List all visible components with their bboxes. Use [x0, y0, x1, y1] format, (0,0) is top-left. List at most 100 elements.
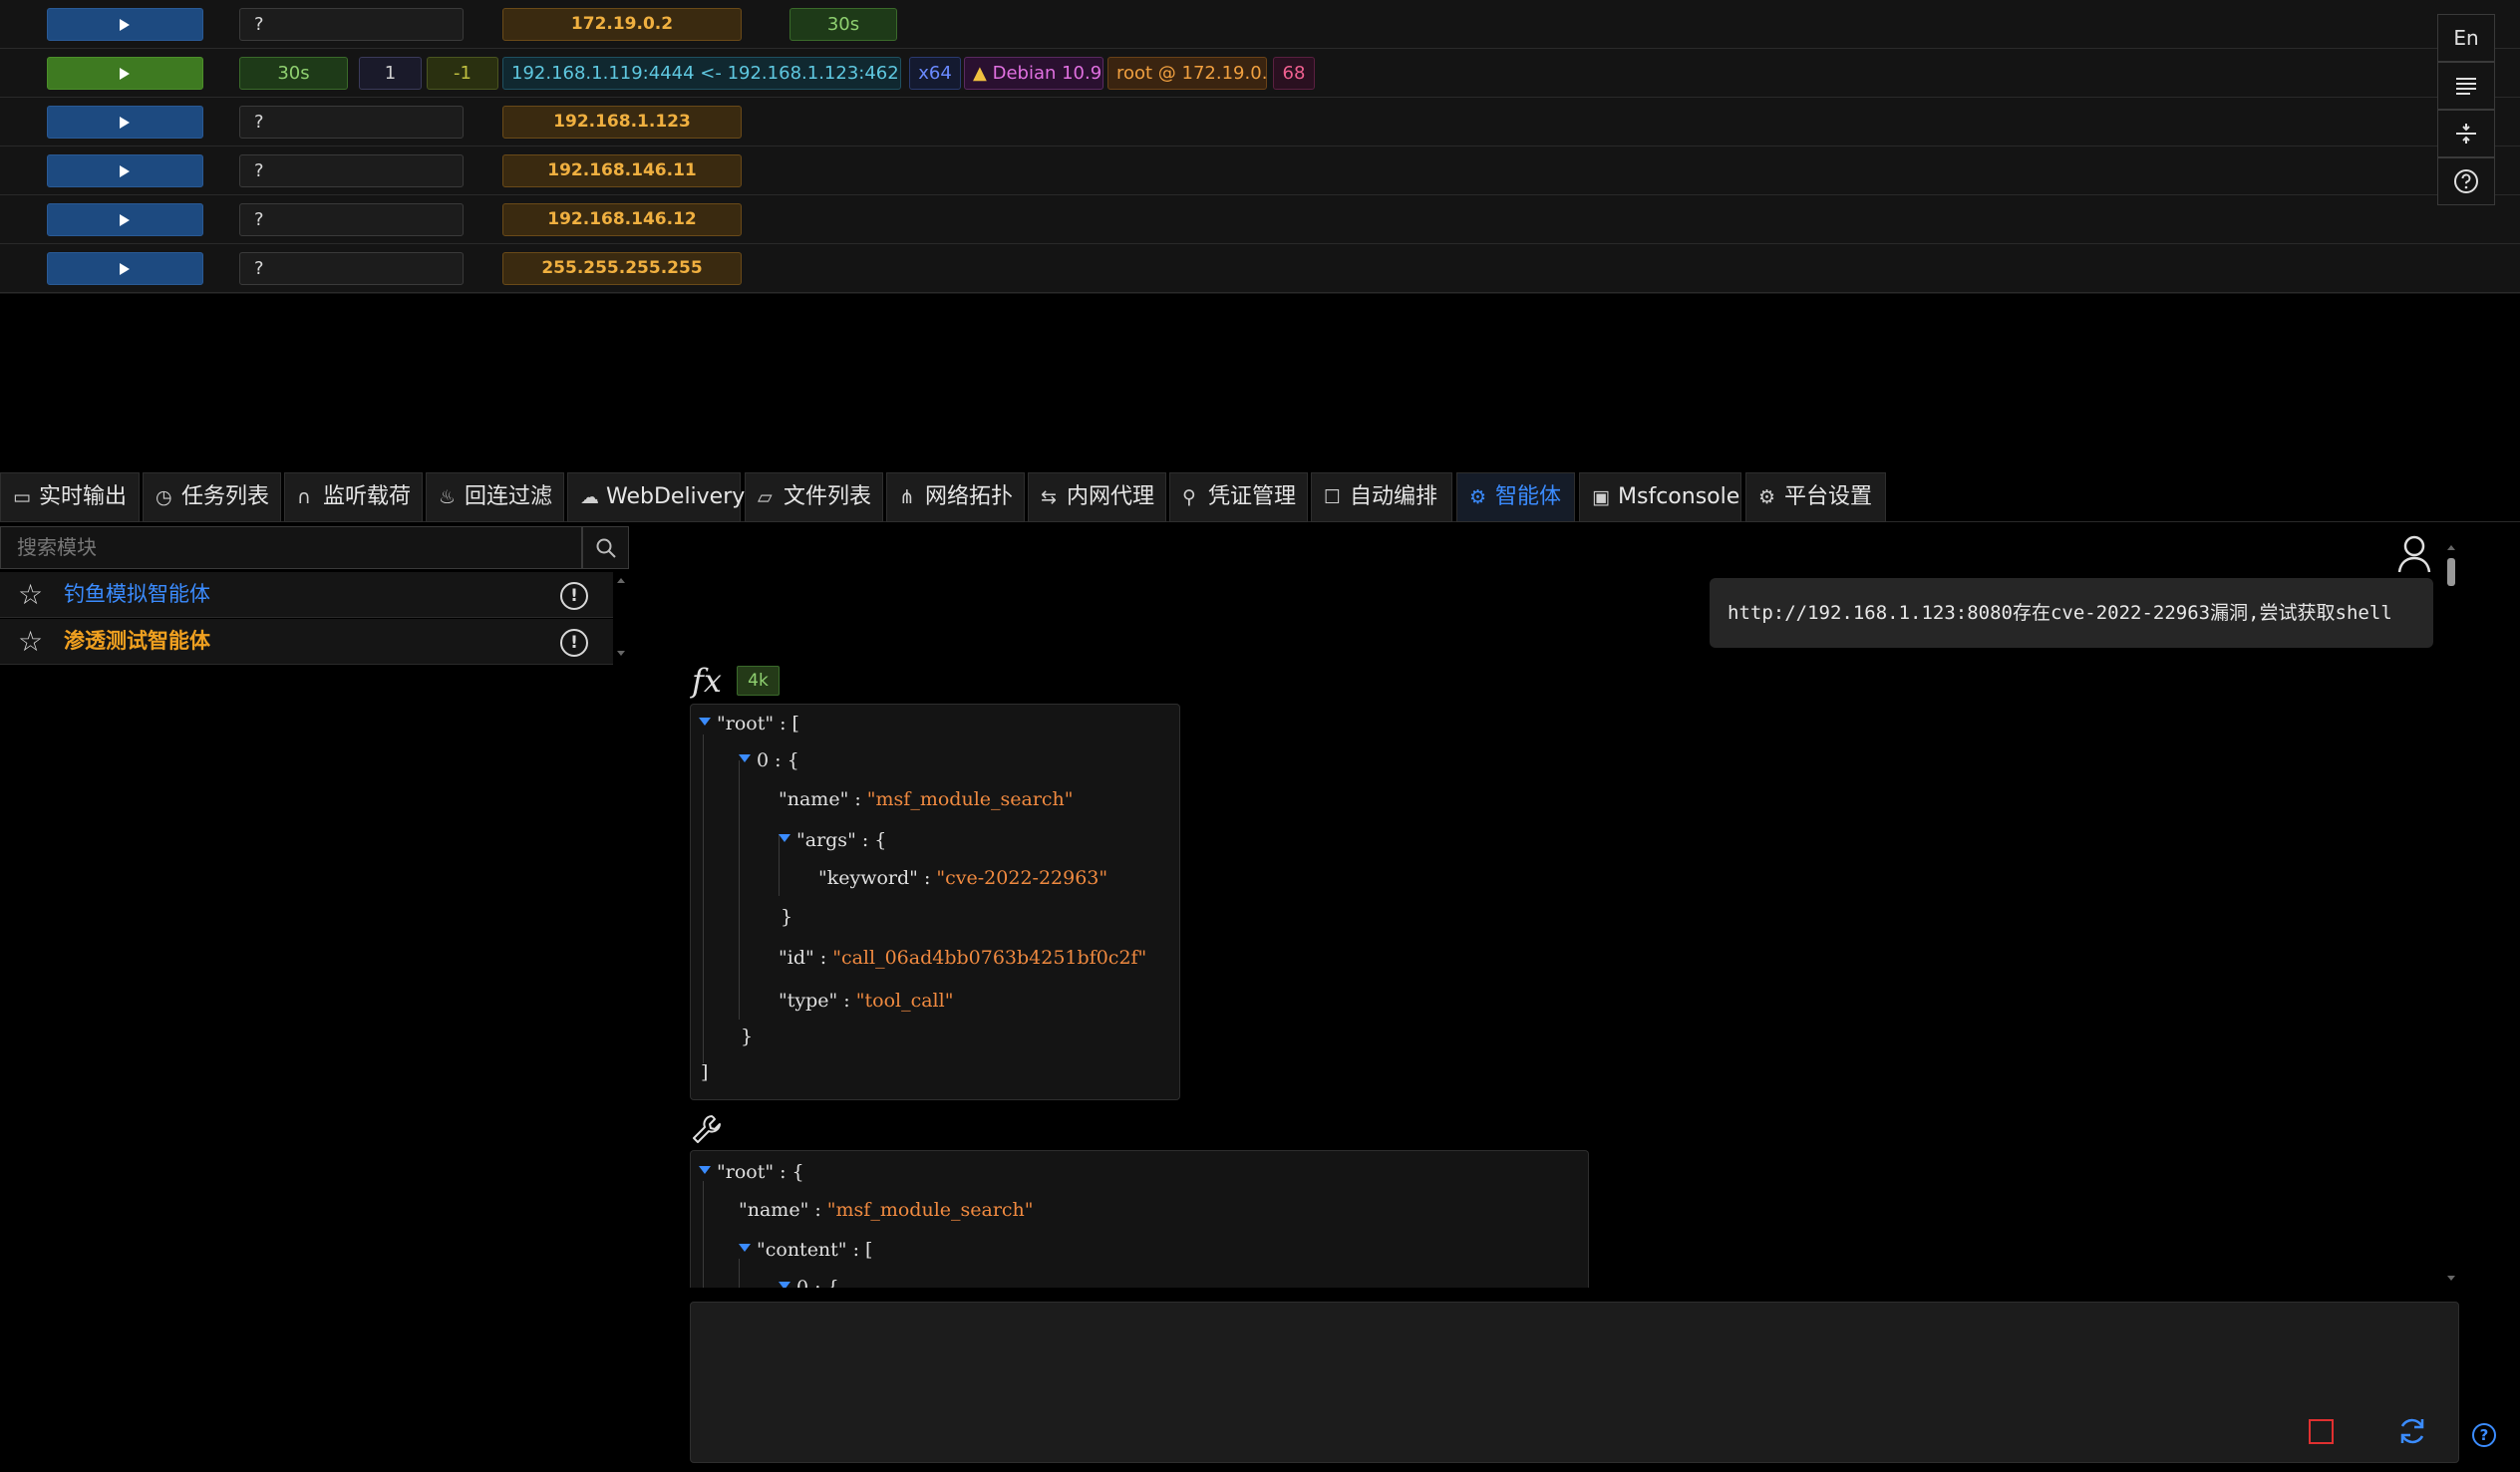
tab-label: 网络拓扑	[925, 484, 1014, 509]
table-row[interactable]: ? 172.19.0.2 30s	[0, 0, 2520, 49]
tab-file-list[interactable]: ▱ 文件列表	[745, 472, 883, 522]
json-line[interactable]: "root" : {	[699, 1161, 804, 1183]
session-arch-badge: x64	[909, 57, 961, 90]
chat-scrollbar[interactable]	[2444, 538, 2458, 1288]
help-icon[interactable]	[2437, 157, 2495, 205]
host-ip[interactable]: 172.19.0.2	[502, 8, 742, 41]
tab-auto-orchestration[interactable]: ☐ 自动编排	[1311, 472, 1452, 522]
list-item[interactable]: ☆ 渗透测试智能体 !	[0, 619, 613, 665]
linux-icon: ▲	[973, 63, 987, 84]
user-avatar-icon	[2397, 535, 2431, 573]
caret-down-icon[interactable]	[779, 834, 790, 842]
json-line[interactable]: "args" : {	[779, 829, 886, 851]
tab-label: 平台设置	[1784, 484, 1873, 509]
json-line[interactable]: "content" : [	[739, 1239, 872, 1261]
json-line[interactable]: 0 : {	[739, 749, 799, 771]
tab-webdelivery[interactable]: ☁ WebDelivery	[567, 472, 745, 522]
host-status: ?	[239, 8, 464, 41]
list-scrollbar[interactable]	[614, 571, 628, 663]
tab-msfconsole[interactable]: ▣ Msfconsole	[1579, 472, 1741, 522]
terminal-icon: ▣	[1592, 486, 1610, 508]
help-icon[interactable]: ?	[2472, 1423, 2496, 1447]
table-row[interactable]: 30s 1 -1 192.168.1.119:4444 <- 192.168.1…	[0, 49, 2520, 98]
caret-right-icon	[120, 263, 130, 275]
module-name[interactable]: 钓鱼模拟智能体	[64, 580, 210, 608]
json-key: 0 : {	[757, 749, 799, 771]
info-icon[interactable]: !	[560, 629, 588, 657]
table-row[interactable]: ? 192.168.1.123	[0, 98, 2520, 147]
fire-icon: ♨	[439, 486, 457, 508]
language-toggle-button[interactable]: En	[2437, 14, 2495, 62]
json-line[interactable]: 0 : {	[779, 1277, 839, 1288]
search-button[interactable]	[582, 526, 629, 569]
host-ip[interactable]: 255.255.255.255	[502, 252, 742, 285]
json-brace: ]	[701, 1061, 709, 1083]
json-value: "cve-2022-22963"	[936, 867, 1108, 889]
tab-label: 实时输出	[39, 484, 128, 509]
host-status: ?	[239, 154, 464, 187]
tab-network-topology[interactable]: ⋔ 网络拓扑	[886, 472, 1025, 522]
json-line[interactable]: "root" : [	[699, 713, 799, 735]
tab-label: 智能体	[1495, 484, 1562, 509]
module-search-input[interactable]: 搜索模块	[0, 526, 582, 569]
side-toolbar: En	[2437, 14, 2495, 205]
tab-label: 内网代理	[1067, 484, 1155, 509]
json-key: "name" :	[779, 788, 867, 810]
tab-label: 文件列表	[784, 484, 872, 509]
caret-down-icon[interactable]	[779, 1282, 790, 1288]
json-value: "call_06ad4bb0763b4251bf0c2f"	[832, 947, 1147, 969]
tab-agents[interactable]: ⚙ 智能体	[1456, 472, 1575, 522]
tab-listeners[interactable]: ∩ 监听载荷	[284, 472, 423, 522]
proxy-icon: ⇆	[1041, 486, 1057, 508]
main-tabs: ▭ 实时输出 ◷ 任务列表 ∩ 监听载荷 ♨ 回连过滤 ☁ WebDelivery ▱ 文件…	[0, 472, 2520, 522]
host-ip[interactable]: 192.168.1.123	[502, 106, 742, 139]
tab-platform-settings[interactable]: ⚙ 平台设置	[1745, 472, 1886, 522]
chat-input[interactable]	[690, 1302, 2459, 1463]
module-name[interactable]: 渗透测试智能体	[64, 627, 210, 655]
search-icon	[596, 538, 616, 558]
caret-down-icon[interactable]	[739, 1244, 751, 1252]
tab-realtime-output[interactable]: ▭ 实时输出	[0, 472, 140, 522]
caret-down-icon[interactable]	[699, 718, 711, 726]
info-icon[interactable]: !	[560, 582, 588, 610]
split-icon[interactable]	[2437, 110, 2495, 157]
tool-call-json: "root" : [ 0 : { "name" : "msf_module_se…	[690, 704, 1180, 1100]
json-key: "root" : {	[717, 1161, 804, 1183]
tab-credentials[interactable]: ⚲ 凭证管理	[1169, 472, 1308, 522]
table-row[interactable]: ? 255.255.255.255	[0, 244, 2520, 293]
caret-down-icon[interactable]	[699, 1166, 711, 1174]
tab-label: 回连过滤	[465, 484, 553, 509]
robot-icon: ☐	[1324, 486, 1342, 508]
stop-icon[interactable]	[2309, 1419, 2334, 1444]
user-message: http://192.168.1.123:8080存在cve-2022-2296…	[1710, 578, 2433, 648]
tab-label: Msfconsole	[1618, 484, 1740, 509]
json-line: "keyword" : "cve-2022-22963"	[818, 867, 1107, 889]
table-row[interactable]: ? 192.168.146.12	[0, 195, 2520, 244]
tab-task-list[interactable]: ◷ 任务列表	[143, 472, 281, 522]
expand-button[interactable]	[47, 203, 203, 236]
caret-down-icon[interactable]	[739, 754, 751, 762]
json-value: "msf_module_search"	[826, 1199, 1034, 1221]
json-line: "id" : "call_06ad4bb0763b4251bf0c2f"	[779, 947, 1146, 969]
cloud-icon: ☁	[580, 486, 599, 508]
expand-button[interactable]	[47, 8, 203, 41]
host-ip[interactable]: 192.168.146.11	[502, 154, 742, 187]
expand-button[interactable]	[47, 252, 203, 285]
expand-button[interactable]	[47, 154, 203, 187]
star-icon[interactable]: ☆	[18, 581, 43, 609]
table-row[interactable]: ? 192.168.146.11	[0, 147, 2520, 195]
session-os-badge: ▲ Debian 10.9	[964, 57, 1103, 90]
list-item[interactable]: ☆ 钓鱼模拟智能体 !	[0, 572, 613, 618]
tab-label: 自动编排	[1350, 484, 1438, 509]
gear-icon: ⚙	[1758, 486, 1776, 508]
json-key: "type" :	[779, 990, 856, 1012]
refresh-icon[interactable]	[2396, 1415, 2428, 1447]
expand-button[interactable]	[47, 57, 203, 90]
host-ip[interactable]: 192.168.146.12	[502, 203, 742, 236]
star-icon[interactable]: ☆	[18, 628, 43, 656]
tab-callback-filter[interactable]: ♨ 回连过滤	[426, 472, 564, 522]
tab-intranet-proxy[interactable]: ⇆ 内网代理	[1028, 472, 1166, 522]
expand-button[interactable]	[47, 106, 203, 139]
json-value: "tool_call"	[855, 990, 954, 1012]
menu-icon[interactable]	[2437, 62, 2495, 110]
